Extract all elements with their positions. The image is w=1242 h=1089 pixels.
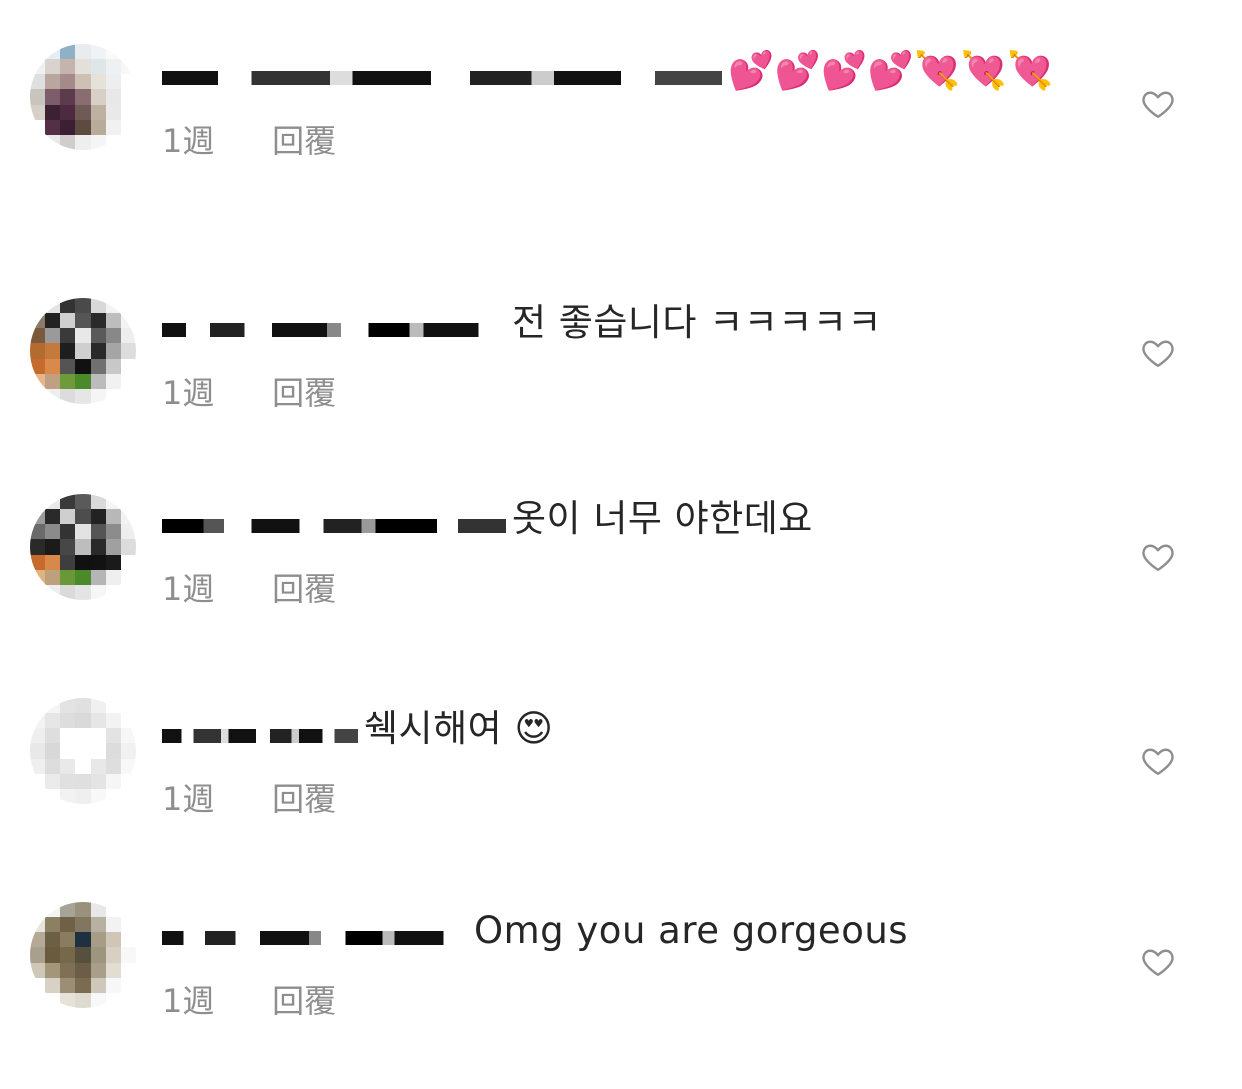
comment-text: 쉑시해여 😍	[364, 707, 554, 750]
heart-outline-icon	[1142, 91, 1174, 118]
reply-button[interactable]: 回覆	[272, 564, 336, 610]
redacted-username[interactable]	[162, 507, 506, 534]
like-button[interactable]	[1140, 86, 1176, 122]
comment-body: Omg you are gorgeous 1週 回覆	[162, 906, 1062, 1022]
comment-body: 전 좋습니다 ㅋㅋㅋㅋㅋ 1週 回覆	[162, 298, 1062, 414]
redacted-username[interactable]	[162, 919, 468, 946]
like-button[interactable]	[1140, 335, 1176, 371]
reply-button[interactable]: 回覆	[272, 116, 336, 162]
comment-meta: 1週 回覆	[162, 564, 1062, 610]
comment-text-line: 옷이 너무 야한데요	[162, 494, 1062, 544]
comment-time: 1週	[162, 570, 215, 608]
heart-outline-icon	[1142, 748, 1174, 775]
like-button[interactable]	[1140, 539, 1176, 575]
comment-time: 1週	[162, 122, 215, 160]
comment-text: Omg you are gorgeous	[474, 909, 909, 952]
comment-time: 1週	[162, 982, 215, 1020]
comment-text-line: 전 좋습니다 ㅋㅋㅋㅋㅋ	[162, 298, 1062, 348]
comment-meta: 1週 回覆	[162, 976, 1062, 1022]
like-button[interactable]	[1140, 743, 1176, 779]
avatar[interactable]	[30, 494, 136, 600]
redacted-username[interactable]	[162, 59, 722, 86]
comment-text-line: 💕💕💕💕💘💘💘	[162, 46, 1062, 96]
comment-text-line: 쉑시해여 😍	[162, 704, 1062, 754]
comment-body: 💕💕💕💕💘💘💘 1週 回覆	[162, 46, 1062, 162]
comment-meta: 1週 回覆	[162, 774, 1062, 820]
reply-button[interactable]: 回覆	[272, 368, 336, 414]
comment-text: 전 좋습니다 ㅋㅋㅋㅋㅋ	[512, 301, 882, 344]
redacted-username[interactable]	[162, 717, 358, 744]
reply-button[interactable]: 回覆	[272, 976, 336, 1022]
comment-body: 옷이 너무 야한데요 1週 回覆	[162, 494, 1062, 610]
comment-time: 1週	[162, 780, 215, 818]
comment-text: 옷이 너무 야한데요	[512, 497, 813, 540]
comment-time: 1週	[162, 374, 215, 412]
heart-outline-icon	[1142, 949, 1174, 976]
comment-text: 💕💕💕💕💘💘💘	[728, 49, 1054, 92]
avatar[interactable]	[30, 902, 136, 1008]
comment-meta: 1週 回覆	[162, 116, 1062, 162]
comment-body: 쉑시해여 😍 1週 回覆	[162, 704, 1062, 820]
heart-outline-icon	[1142, 544, 1174, 571]
comment-meta: 1週 回覆	[162, 368, 1062, 414]
redacted-username[interactable]	[162, 311, 506, 338]
comment-text-line: Omg you are gorgeous	[162, 906, 1062, 956]
avatar[interactable]	[30, 698, 136, 804]
heart-outline-icon	[1142, 340, 1174, 367]
avatar[interactable]	[30, 298, 136, 404]
reply-button[interactable]: 回覆	[272, 774, 336, 820]
avatar[interactable]	[30, 44, 136, 150]
like-button[interactable]	[1140, 944, 1176, 980]
